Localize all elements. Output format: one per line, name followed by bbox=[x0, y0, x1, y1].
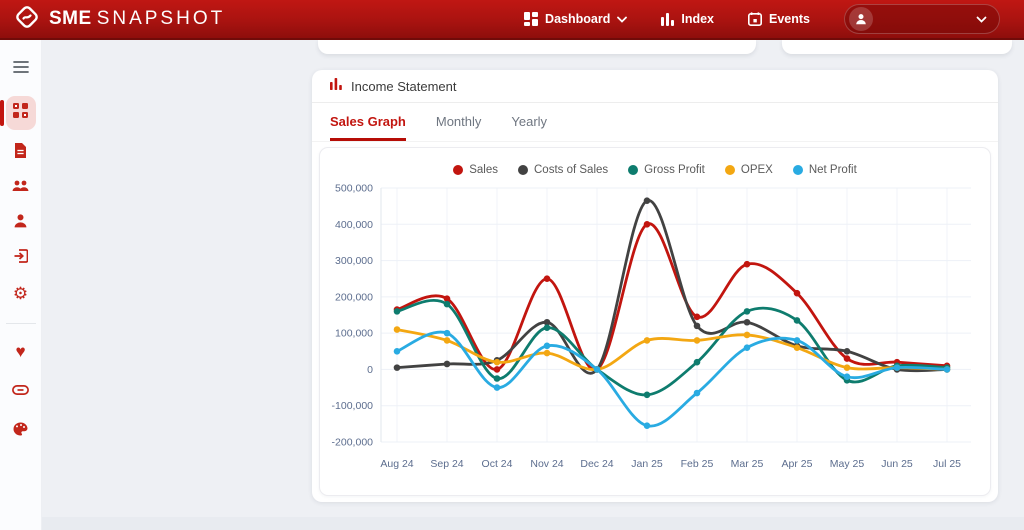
legend-label: Gross Profit bbox=[644, 164, 705, 176]
chevron-down-icon bbox=[617, 16, 627, 23]
legend-label: Net Profit bbox=[809, 164, 857, 176]
svg-text:0: 0 bbox=[367, 364, 373, 376]
svg-text:-100,000: -100,000 bbox=[332, 400, 374, 412]
left-sidebar: ⚙ ♥ bbox=[0, 40, 42, 530]
legend-item[interactable]: OPEX bbox=[725, 164, 773, 176]
hamburger-icon[interactable] bbox=[6, 52, 36, 82]
card-header: Income Statement bbox=[312, 70, 998, 103]
content-bottom-band bbox=[42, 517, 1024, 530]
svg-text:100,000: 100,000 bbox=[335, 328, 373, 340]
brand[interactable]: SMESNAPSHOT bbox=[0, 4, 225, 35]
svg-text:Mar 25: Mar 25 bbox=[731, 458, 764, 470]
legend-item[interactable]: Costs of Sales bbox=[518, 164, 608, 176]
legend-dot-icon bbox=[518, 165, 528, 175]
svg-text:200,000: 200,000 bbox=[335, 291, 373, 303]
svg-text:May 25: May 25 bbox=[830, 458, 865, 470]
tab-monthly[interactable]: Monthly bbox=[436, 103, 482, 141]
nav-item-events[interactable]: Events bbox=[748, 12, 810, 26]
svg-text:Sep 24: Sep 24 bbox=[430, 458, 463, 470]
card-title: Income Statement bbox=[351, 79, 457, 94]
sidebar-item-links[interactable] bbox=[6, 376, 36, 406]
heart-icon: ♥ bbox=[15, 343, 25, 360]
sidebar-item-dashboard[interactable] bbox=[6, 96, 36, 130]
brand-name: SMESNAPSHOT bbox=[49, 8, 225, 30]
sidebar-item-settings[interactable]: ⚙ bbox=[6, 278, 36, 308]
profile-menu[interactable] bbox=[844, 4, 1000, 34]
legend-dot-icon bbox=[793, 165, 803, 175]
bar-chart-icon bbox=[661, 13, 674, 26]
dashboard-grid-icon bbox=[13, 103, 28, 123]
income-chart: 500,000 400,000 300,000 200,000 100,000 0 -100… bbox=[323, 178, 987, 478]
person-icon bbox=[14, 214, 27, 233]
document-icon bbox=[14, 143, 27, 163]
top-navbar: SMESNAPSHOT Dashboard Index bbox=[0, 0, 1024, 40]
sidebar-item-reports[interactable] bbox=[6, 138, 36, 168]
navbar-menu: Dashboard Index Events bbox=[524, 4, 1006, 34]
exit-icon bbox=[14, 249, 28, 268]
sidebar-item-theme[interactable] bbox=[6, 416, 36, 446]
legend-item[interactable]: Net Profit bbox=[793, 164, 857, 176]
legend-dot-icon bbox=[628, 165, 638, 175]
income-statement-card: Income Statement Sales Graph Monthly Yea… bbox=[312, 70, 998, 502]
svg-text:Apr 25: Apr 25 bbox=[782, 458, 813, 470]
legend-label: Costs of Sales bbox=[534, 164, 608, 176]
svg-text:300,000: 300,000 bbox=[335, 255, 373, 267]
sme-logo-icon bbox=[14, 4, 40, 35]
legend-item[interactable]: Gross Profit bbox=[628, 164, 705, 176]
sidebar-item-logout[interactable] bbox=[6, 243, 36, 273]
sidebar-item-groups[interactable] bbox=[6, 173, 36, 203]
bar-chart-icon bbox=[330, 77, 342, 95]
link-icon bbox=[12, 382, 29, 400]
tab-sales-graph[interactable]: Sales Graph bbox=[330, 103, 406, 141]
svg-text:400,000: 400,000 bbox=[335, 219, 373, 231]
tab-bar: Sales Graph Monthly Yearly bbox=[312, 103, 998, 142]
people-icon bbox=[12, 179, 29, 197]
legend-dot-icon bbox=[725, 165, 735, 175]
dashboard-grid-icon bbox=[524, 12, 538, 26]
scrolled-card-top-left bbox=[318, 40, 756, 54]
legend-item[interactable]: Sales bbox=[453, 164, 498, 176]
svg-text:Jan 25: Jan 25 bbox=[631, 458, 663, 470]
legend-label: OPEX bbox=[741, 164, 773, 176]
svg-text:Jul 25: Jul 25 bbox=[933, 458, 961, 470]
calendar-icon bbox=[748, 12, 762, 26]
nav-item-label: Events bbox=[769, 12, 810, 26]
sidebar-divider bbox=[6, 323, 36, 324]
nav-item-label: Index bbox=[681, 12, 714, 26]
tab-yearly[interactable]: Yearly bbox=[511, 103, 547, 141]
svg-text:500,000: 500,000 bbox=[335, 183, 373, 195]
chart-panel: Sales Costs of Sales Gross Profit OPEX Net P… bbox=[319, 147, 991, 496]
sidebar-item-favorites[interactable]: ♥ bbox=[6, 336, 36, 366]
sidebar-item-profile[interactable] bbox=[6, 208, 36, 238]
legend-label: Sales bbox=[469, 164, 498, 176]
svg-text:Jun 25: Jun 25 bbox=[881, 458, 913, 470]
svg-text:Dec 24: Dec 24 bbox=[580, 458, 613, 470]
nav-item-label: Dashboard bbox=[545, 12, 610, 26]
nav-item-index[interactable]: Index bbox=[661, 12, 714, 26]
svg-text:Aug 24: Aug 24 bbox=[380, 458, 413, 470]
palette-icon bbox=[13, 422, 28, 441]
svg-text:Oct 24: Oct 24 bbox=[482, 458, 513, 470]
legend-dot-icon bbox=[453, 165, 463, 175]
chart-legend: Sales Costs of Sales Gross Profit OPEX Net P… bbox=[320, 148, 990, 176]
scrolled-card-top-right bbox=[782, 40, 1012, 54]
svg-text:Feb 25: Feb 25 bbox=[681, 458, 714, 470]
svg-text:Nov 24: Nov 24 bbox=[530, 458, 563, 470]
gear-icon: ⚙ bbox=[13, 285, 28, 302]
svg-text:-200,000: -200,000 bbox=[332, 437, 374, 449]
chevron-down-icon bbox=[976, 10, 987, 28]
avatar bbox=[849, 7, 873, 31]
nav-item-dashboard[interactable]: Dashboard bbox=[524, 12, 627, 26]
